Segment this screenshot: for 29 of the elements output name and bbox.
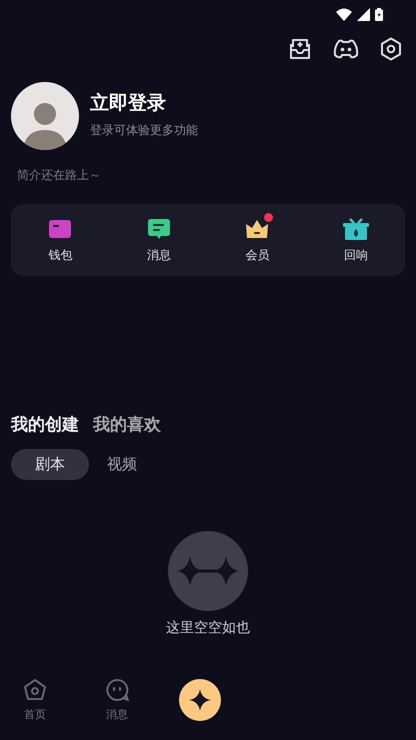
bio-text: 简介还在路上～ xyxy=(17,167,102,184)
chat-bubble-icon xyxy=(148,218,170,240)
chat-face-icon xyxy=(105,678,129,702)
section-tab[interactable]: 我的喜欢 xyxy=(93,413,161,436)
controller-face-icon[interactable] xyxy=(333,39,359,59)
wifi-icon xyxy=(336,8,352,20)
wallet-icon xyxy=(49,218,72,238)
login-hint: 登录可体验更多功能 xyxy=(90,122,198,138)
login-link[interactable]: 立即登录 xyxy=(90,90,198,116)
signal-icon xyxy=(357,8,370,20)
filter-tab[interactable]: 剧本 xyxy=(11,449,89,480)
battery-icon xyxy=(375,8,383,20)
settings-icon[interactable] xyxy=(380,37,402,61)
shortcut-item[interactable]: 消息 xyxy=(110,216,208,264)
create-button[interactable] xyxy=(179,679,221,721)
filter-tab[interactable]: 视频 xyxy=(107,449,137,480)
nav-tab[interactable]: 首页 xyxy=(15,678,55,722)
gift-box-icon xyxy=(342,218,369,240)
shortcut-item[interactable]: 回响 xyxy=(306,216,405,264)
empty-message: 这里空空如也 xyxy=(166,619,250,637)
home-icon xyxy=(23,678,47,702)
crown-icon xyxy=(245,218,270,238)
shortcut-item[interactable]: 会员 xyxy=(208,216,306,264)
sparkle-icon xyxy=(168,531,248,611)
section-tab[interactable]: 我的创建 xyxy=(11,413,79,436)
sparkle-icon xyxy=(189,689,211,711)
nav-tab[interactable]: 消息 xyxy=(97,678,137,722)
shortcut-item[interactable]: 钱包 xyxy=(11,216,110,264)
inbox-icon[interactable] xyxy=(288,38,312,60)
